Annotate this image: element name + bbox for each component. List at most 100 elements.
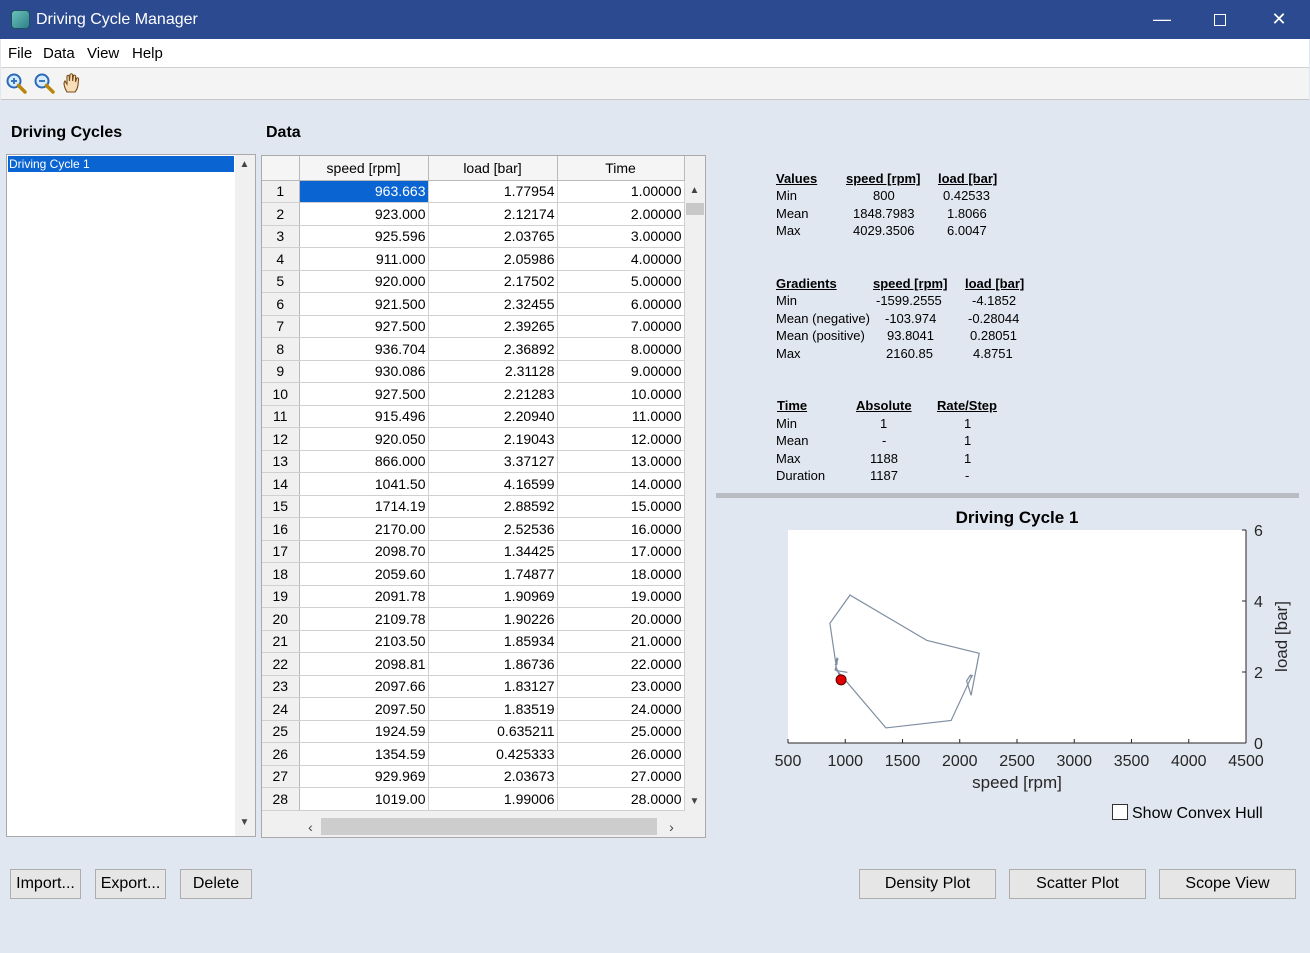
table-cell[interactable]: 24.0000 xyxy=(557,697,685,721)
table-cell[interactable]: 923.000 xyxy=(299,202,429,226)
table-row[interactable]: 17 2098.70 1.34425 17.0000 xyxy=(262,540,685,563)
table-cell[interactable]: 20.0000 xyxy=(557,607,685,631)
table-scroll-up-icon[interactable]: ▲ xyxy=(686,185,703,196)
table-cell[interactable]: 2.17502 xyxy=(428,270,558,293)
table-row[interactable]: 7 927.500 2.39265 7.00000 xyxy=(262,315,685,338)
driving-cycles-list[interactable]: Driving Cycle 1 ▲ ▼ xyxy=(6,154,256,837)
row-number[interactable]: 8 xyxy=(262,337,300,361)
row-number[interactable]: 10 xyxy=(262,382,300,406)
table-cell[interactable]: 2.88592 xyxy=(428,495,558,518)
list-item-driving-cycle-1[interactable]: Driving Cycle 1 xyxy=(8,156,234,172)
list-scrollbar[interactable]: ▲ ▼ xyxy=(235,155,255,836)
zoom-in-icon[interactable] xyxy=(5,72,27,94)
table-cell[interactable]: 1.34425 xyxy=(428,540,558,563)
table-cell[interactable]: 2.32455 xyxy=(428,292,558,316)
table-row[interactable]: 3 925.596 2.03765 3.00000 xyxy=(262,225,685,248)
row-number[interactable]: 14 xyxy=(262,472,300,496)
table-cell[interactable]: 2.39265 xyxy=(428,315,558,338)
table-scroll-left-icon[interactable]: ‹ xyxy=(302,819,319,835)
table-row[interactable]: 12 920.050 2.19043 12.0000 xyxy=(262,427,685,451)
row-number[interactable]: 21 xyxy=(262,630,300,653)
table-cell[interactable]: 2097.50 xyxy=(299,697,429,721)
table-cell[interactable]: 936.704 xyxy=(299,337,429,361)
table-cell[interactable]: 925.596 xyxy=(299,225,429,248)
table-cell[interactable]: 13.0000 xyxy=(557,450,685,473)
table-row[interactable]: 21 2103.50 1.85934 21.0000 xyxy=(262,630,685,653)
table-horizontal-scrollbar[interactable]: ‹ › xyxy=(299,816,685,837)
table-cell[interactable]: 2.20940 xyxy=(428,405,558,428)
row-number[interactable]: 2 xyxy=(262,202,300,226)
table-cell[interactable]: 2098.70 xyxy=(299,540,429,563)
row-number[interactable]: 19 xyxy=(262,585,300,608)
table-cell[interactable]: 927.500 xyxy=(299,382,429,406)
table-cell[interactable]: 15.0000 xyxy=(557,495,685,518)
table-cell[interactable]: 2.36892 xyxy=(428,337,558,361)
table-horizontal-thumb[interactable] xyxy=(321,818,657,835)
row-number[interactable]: 5 xyxy=(262,270,300,293)
table-cell[interactable]: 915.496 xyxy=(299,405,429,428)
table-cell[interactable]: 2098.81 xyxy=(299,652,429,676)
table-cell[interactable]: 2.19043 xyxy=(428,427,558,451)
table-cell[interactable]: 1924.59 xyxy=(299,720,429,743)
table-cell[interactable]: 921.500 xyxy=(299,292,429,316)
table-cell[interactable]: 2.03765 xyxy=(428,225,558,248)
table-row[interactable]: 19 2091.78 1.90969 19.0000 xyxy=(262,585,685,608)
row-number[interactable]: 4 xyxy=(262,247,300,271)
table-cell[interactable]: 3.00000 xyxy=(557,225,685,248)
table-row[interactable]: 20 2109.78 1.90226 20.0000 xyxy=(262,607,685,631)
table-cell[interactable]: 2103.50 xyxy=(299,630,429,653)
table-cell[interactable]: 1.85934 xyxy=(428,630,558,653)
row-number[interactable]: 18 xyxy=(262,562,300,586)
table-row[interactable]: 18 2059.60 1.74877 18.0000 xyxy=(262,562,685,586)
table-row[interactable]: 28 1019.00 1.99006 28.0000 xyxy=(262,787,685,811)
table-cell[interactable]: 0.425333 xyxy=(428,742,558,766)
table-cell[interactable]: 25.0000 xyxy=(557,720,685,743)
table-cell[interactable]: 1.00000 xyxy=(557,180,685,203)
table-cell[interactable]: 2.31128 xyxy=(428,360,558,383)
table-scroll-right-icon[interactable]: › xyxy=(663,819,680,835)
table-row[interactable]: 23 2097.66 1.83127 23.0000 xyxy=(262,675,685,698)
row-number[interactable]: 7 xyxy=(262,315,300,338)
table-cell[interactable]: 2170.00 xyxy=(299,517,429,541)
table-row[interactable]: 25 1924.59 0.635211 25.0000 xyxy=(262,720,685,743)
menu-data[interactable]: Data xyxy=(43,45,75,63)
table-cell[interactable]: 12.0000 xyxy=(557,427,685,451)
pan-hand-icon[interactable] xyxy=(61,72,83,94)
table-row[interactable]: 16 2170.00 2.52536 16.0000 xyxy=(262,517,685,541)
column-header-time[interactable]: Time xyxy=(557,156,685,181)
row-number[interactable]: 15 xyxy=(262,495,300,518)
export-button[interactable]: Export... xyxy=(95,869,166,899)
table-cell[interactable]: 14.0000 xyxy=(557,472,685,496)
table-cell[interactable]: 2.12174 xyxy=(428,202,558,226)
close-button[interactable]: ✕ xyxy=(1250,0,1308,39)
table-cell[interactable]: 1.77954 xyxy=(428,180,558,203)
row-number[interactable]: 12 xyxy=(262,427,300,451)
menu-help[interactable]: Help xyxy=(132,45,163,63)
table-cell[interactable]: 9.00000 xyxy=(557,360,685,383)
table-cell[interactable]: 2097.66 xyxy=(299,675,429,698)
table-cell[interactable]: 2.52536 xyxy=(428,517,558,541)
table-row[interactable]: 11 915.496 2.20940 11.0000 xyxy=(262,405,685,428)
table-cell[interactable]: 1.90226 xyxy=(428,607,558,631)
table-cell[interactable]: 1714.19 xyxy=(299,495,429,518)
table-row[interactable]: 4 911.000 2.05986 4.00000 xyxy=(262,247,685,271)
row-number[interactable]: 25 xyxy=(262,720,300,743)
table-cell[interactable]: 2.03673 xyxy=(428,765,558,788)
data-table[interactable]: speed [rpm] load [bar] Time 1 963.663 1.77… xyxy=(262,156,685,811)
row-number[interactable]: 13 xyxy=(262,450,300,473)
column-header-load[interactable]: load [bar] xyxy=(428,156,558,181)
panel-splitter[interactable] xyxy=(716,493,1299,498)
menu-file[interactable]: File xyxy=(8,45,32,63)
table-cell[interactable]: 6.00000 xyxy=(557,292,685,316)
table-row[interactable]: 27 929.969 2.03673 27.0000 xyxy=(262,765,685,788)
table-cell[interactable]: 1.90969 xyxy=(428,585,558,608)
plot-area[interactable] xyxy=(788,530,1246,743)
table-cell[interactable]: 929.969 xyxy=(299,765,429,788)
table-cell[interactable]: 5.00000 xyxy=(557,270,685,293)
table-cell[interactable]: 28.0000 xyxy=(557,787,685,811)
row-number[interactable]: 20 xyxy=(262,607,300,631)
table-row[interactable]: 24 2097.50 1.83519 24.0000 xyxy=(262,697,685,721)
table-row[interactable]: 15 1714.19 2.88592 15.0000 xyxy=(262,495,685,518)
row-number[interactable]: 17 xyxy=(262,540,300,563)
table-row[interactable]: 2 923.000 2.12174 2.00000 xyxy=(262,202,685,226)
